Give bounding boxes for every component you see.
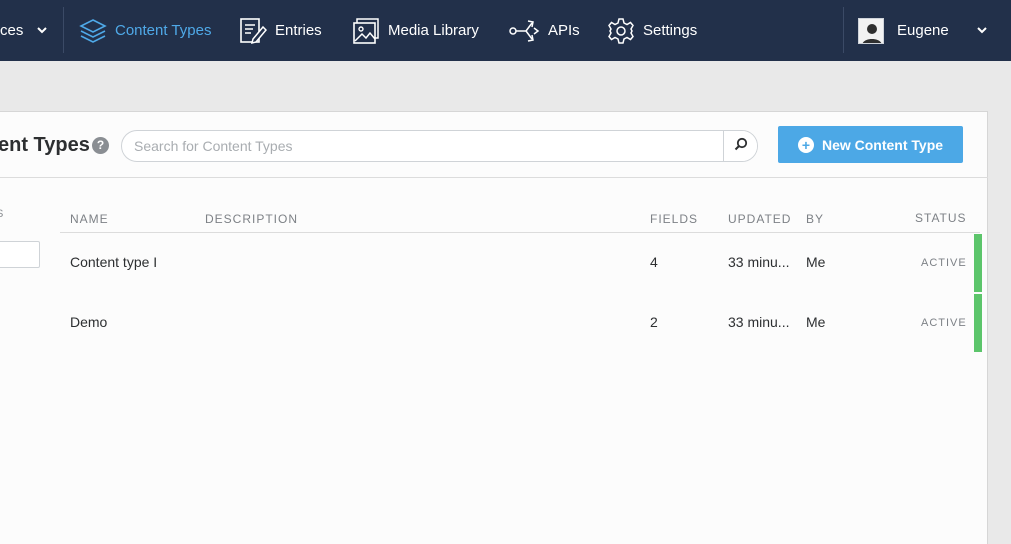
- row-by: Me: [806, 254, 826, 270]
- row-updated: 33 minu...: [728, 314, 790, 330]
- row-fields: 4: [650, 254, 658, 270]
- top-navigation: ces Content Types Entries Media Library …: [0, 0, 1011, 61]
- search-input[interactable]: [122, 131, 724, 161]
- image-icon: [352, 17, 380, 45]
- table-row[interactable]: Demo 2 33 minu... Me ACTIVE: [60, 292, 982, 352]
- search-icon: [734, 137, 748, 156]
- new-content-type-button[interactable]: + New Content Type: [778, 126, 963, 163]
- chevron-down-icon: [977, 27, 987, 34]
- help-icon[interactable]: ?: [92, 137, 109, 154]
- row-by: Me: [806, 314, 826, 330]
- gear-icon: [607, 17, 635, 45]
- column-header-by[interactable]: BY: [806, 212, 824, 226]
- nav-media-library-label: Media Library: [388, 22, 479, 39]
- search-box: [121, 130, 758, 162]
- row-updated: 33 minu...: [728, 254, 790, 270]
- status-indicator: [974, 234, 982, 292]
- user-menu[interactable]: Eugene: [858, 0, 987, 61]
- avatar: [858, 17, 884, 44]
- new-content-type-label: New Content Type: [821, 136, 944, 153]
- status-badge: ACTIVE: [921, 317, 967, 329]
- nav-media-library[interactable]: Media Library: [352, 0, 479, 61]
- row-name[interactable]: Demo: [70, 292, 107, 352]
- column-header-name[interactable]: NAME: [70, 212, 109, 226]
- nav-content-types[interactable]: Content Types: [79, 0, 211, 61]
- content-types-panel: ent Types ? + New Content Type S NAME DE…: [0, 111, 988, 544]
- nav-divider: [843, 7, 844, 53]
- share-icon: [508, 17, 540, 45]
- nav-entries[interactable]: Entries: [239, 0, 322, 61]
- nav-apis-label: APIs: [548, 22, 580, 39]
- user-name: Eugene: [897, 22, 949, 39]
- chevron-down-icon: [37, 27, 48, 34]
- nav-apis[interactable]: APIs: [508, 0, 580, 61]
- row-name[interactable]: Content type I: [70, 232, 157, 292]
- search-button[interactable]: [723, 131, 757, 161]
- column-header-updated[interactable]: UPDATED: [728, 212, 791, 226]
- nav-content-types-label: Content Types: [115, 22, 212, 39]
- page-title: ent Types: [0, 134, 90, 156]
- filter-label: S: [0, 208, 4, 220]
- entries-icon: [239, 17, 267, 45]
- nav-settings-label: Settings: [643, 22, 698, 39]
- column-header-status[interactable]: STATUS: [915, 211, 967, 225]
- column-header-description: DESCRIPTION: [205, 212, 299, 226]
- column-header-fields[interactable]: FIELDS: [650, 212, 698, 226]
- table-row[interactable]: Content type I 4 33 minu... Me ACTIVE: [60, 232, 982, 292]
- space-selector[interactable]: ces: [0, 0, 48, 61]
- plus-circle-icon: +: [797, 136, 814, 153]
- status-indicator: [974, 294, 982, 352]
- nav-divider: [63, 7, 64, 53]
- panel-header: ent Types ? + New Content Type: [0, 112, 988, 178]
- layers-icon: [79, 18, 107, 44]
- space-selector-label: ces: [0, 22, 24, 39]
- status-badge: ACTIVE: [921, 257, 967, 269]
- nav-entries-label: Entries: [275, 22, 322, 39]
- nav-settings[interactable]: Settings: [607, 0, 697, 61]
- row-fields: 2: [650, 314, 658, 330]
- filter-input[interactable]: [0, 241, 40, 268]
